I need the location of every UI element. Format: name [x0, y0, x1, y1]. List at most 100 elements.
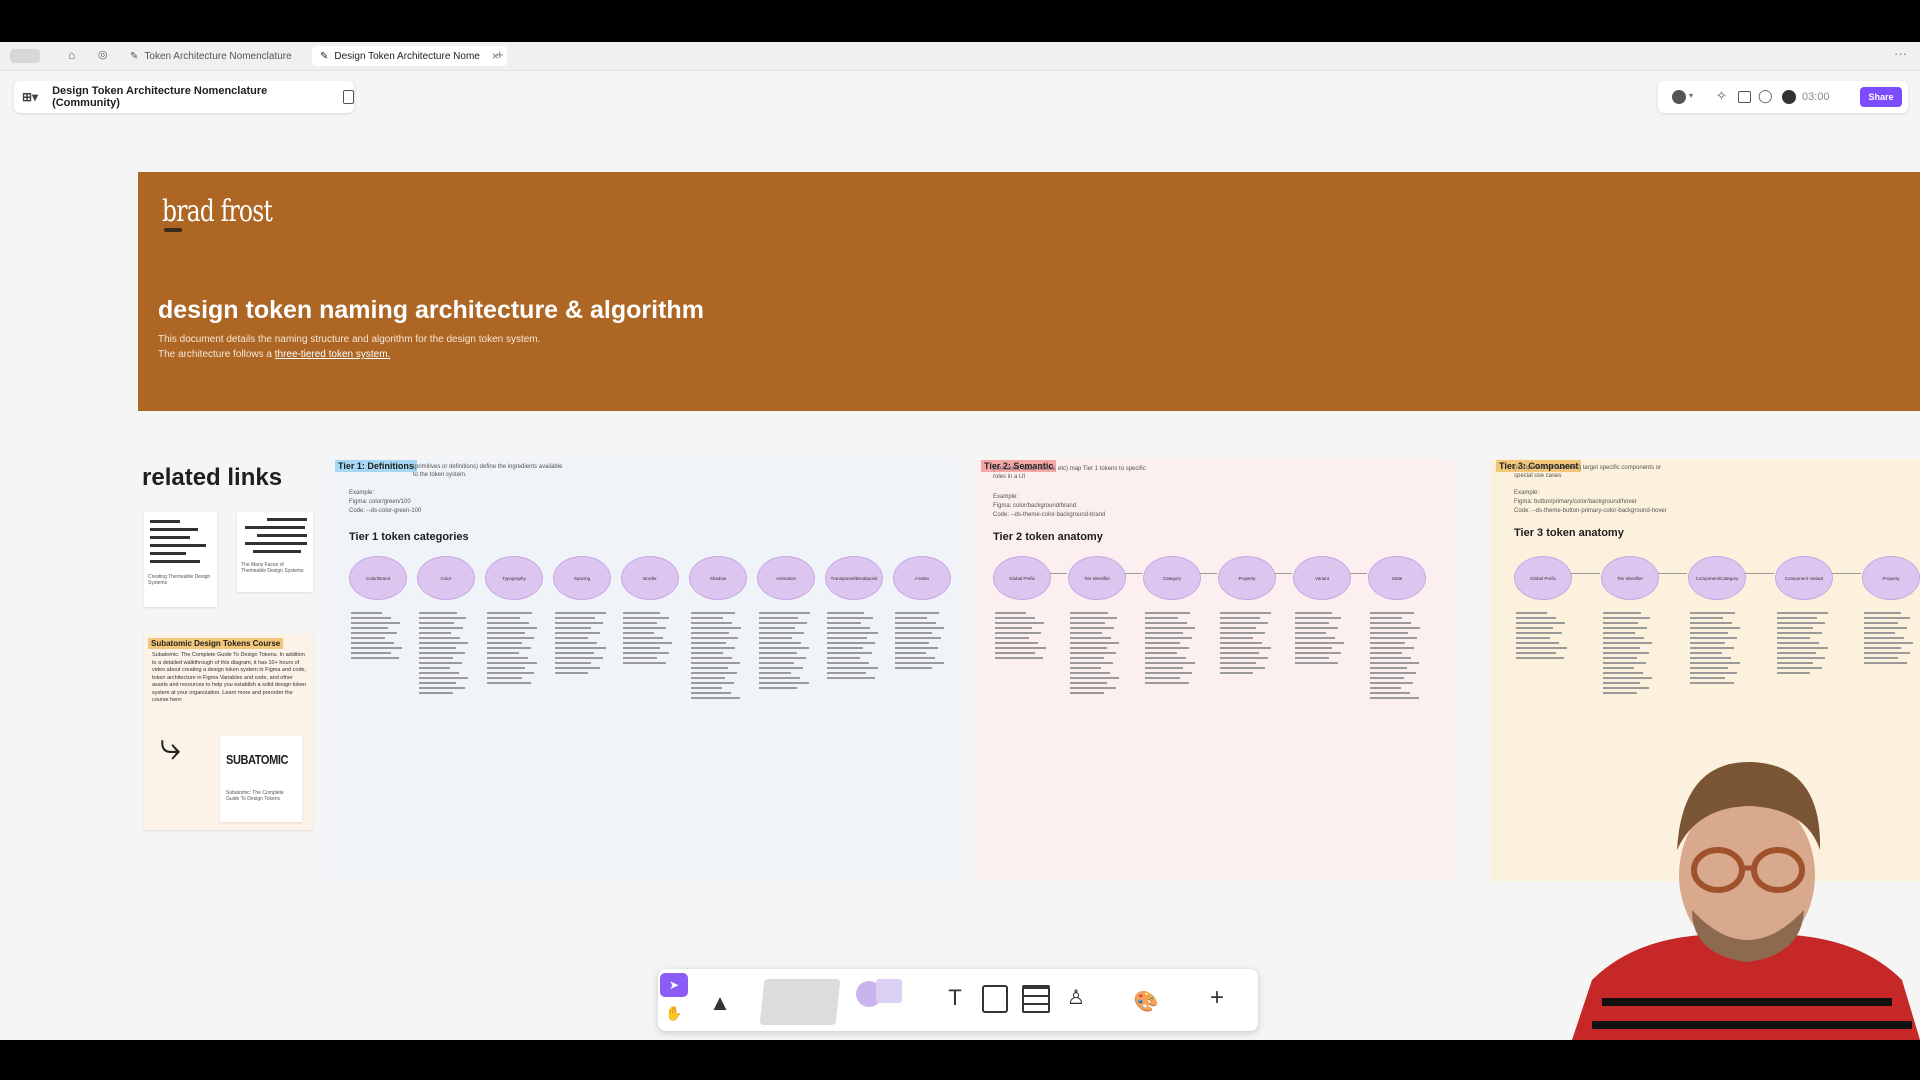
- three-tier-link[interactable]: three-tiered token system.: [275, 349, 391, 360]
- token-category-node: Property: [1218, 556, 1276, 600]
- token-category-node: z-index: [893, 556, 951, 600]
- node-description: [1070, 612, 1122, 697]
- brad-frost-logo: brad frost: [162, 194, 273, 229]
- layout-icon[interactable]: [1738, 91, 1751, 103]
- flow-arrow-icon: [1658, 573, 1687, 574]
- bottom-toolbar: ➤ ✋ ▲ T ♙ 🎨 +: [658, 969, 1258, 1031]
- table-tool-icon[interactable]: [1022, 985, 1050, 1013]
- marker-tool-icon[interactable]: ▲: [708, 979, 732, 1027]
- file-title[interactable]: Design Token Architecture Nomenclature (…: [52, 85, 313, 109]
- letterbox-top: [0, 0, 1920, 42]
- collaboration-bar: ▾ ✧ ◯ 03:00 Share: [1658, 81, 1908, 113]
- token-category-node: Border: [621, 556, 679, 600]
- thumb-caption: Creating Themeable Design Systems: [148, 574, 211, 586]
- token-category-node: State: [1368, 556, 1426, 600]
- figma-menu-icon[interactable]: ⊞▾: [22, 90, 38, 104]
- shape-tool-icon[interactable]: [852, 979, 916, 1025]
- node-description: [1145, 612, 1197, 687]
- node-description: [1690, 612, 1742, 687]
- node-description: [487, 612, 539, 687]
- tab-label: Design Token Architecture Nome: [334, 50, 480, 62]
- example-code: Code: --ds-theme-button-primary-color-ba…: [1514, 508, 1667, 514]
- node-description: [351, 612, 403, 662]
- token-category-node: Color: [417, 556, 475, 600]
- pen-icon: ✎: [320, 50, 329, 62]
- timer-value: 03:00: [1802, 91, 1830, 103]
- file-menu-bar: ⊞▾ Design Token Architecture Nomenclatur…: [14, 81, 354, 113]
- stamp-tool-icon[interactable]: ♙: [1062, 983, 1090, 1011]
- text-tool-icon[interactable]: T: [940, 983, 970, 1013]
- token-category-node: Tier Identifier: [1601, 556, 1659, 600]
- webcam-presenter: [1572, 761, 1920, 1040]
- pages-icon[interactable]: [342, 90, 354, 104]
- share-button[interactable]: Share: [1860, 87, 1902, 107]
- tier2-intro: (semantic, alias, theme, etc) map Tier 1…: [993, 466, 1146, 480]
- flow-arrow-icon: [1050, 573, 1067, 574]
- chevron-down-icon[interactable]: ▾: [1689, 91, 1693, 100]
- token-category-node: Transparent/Breakpoint: [825, 556, 883, 600]
- pen-icon: ✎: [130, 50, 139, 62]
- sticky-note-tool-icon[interactable]: [759, 979, 841, 1025]
- section-tool-icon[interactable]: [982, 985, 1008, 1013]
- course-tag: Subatomic Design Tokens Course: [148, 638, 284, 649]
- header-banner: brad frost design token naming architect…: [138, 172, 1920, 411]
- token-category-node: Global Prefix: [1514, 556, 1572, 600]
- node-description: [1777, 612, 1829, 677]
- widgets-tool-icon[interactable]: 🎨: [1124, 979, 1168, 1023]
- example-figma: Figma: button/primary/color/background/h…: [1514, 499, 1637, 505]
- example-label: Example:: [1514, 490, 1540, 496]
- subatomic-course-card[interactable]: Subatomic Design Tokens Course Subatomic…: [144, 634, 313, 830]
- example-figma: Figma: color/background/brand: [993, 503, 1077, 509]
- node-description: [1603, 612, 1655, 697]
- page-title: design token naming architecture & algor…: [158, 296, 704, 324]
- token-category-node: Typography: [485, 556, 543, 600]
- related-links-heading: related links: [142, 464, 283, 491]
- example-code: Code: --ds-theme-color-background-brand: [993, 512, 1106, 518]
- move-tool-icon[interactable]: ➤: [660, 973, 688, 997]
- book-caption: Subatomic: The Complete Guide To Design …: [226, 790, 284, 802]
- sidebar-toggle-icon[interactable]: [10, 49, 40, 63]
- node-description: [995, 612, 1047, 662]
- related-thumb-themeable[interactable]: Creating Themeable Design Systems: [144, 512, 217, 607]
- tab-design-token-architecture[interactable]: ✎ Design Token Architecture Nome ×: [312, 46, 507, 66]
- subatomic-logo: SUBATOMIC: [226, 752, 289, 767]
- avatar[interactable]: [1672, 90, 1686, 104]
- tier1-intro: (primitives or definitions) define the i…: [413, 464, 563, 478]
- token-category-node: Animation: [757, 556, 815, 600]
- more-tools-icon[interactable]: +: [1202, 983, 1232, 1013]
- timer-icon[interactable]: [1782, 90, 1796, 104]
- logo-dots: [164, 228, 182, 232]
- home-icon[interactable]: ⌂: [68, 48, 75, 62]
- node-description: [623, 612, 675, 667]
- token-category-node: Tier Identifier: [1068, 556, 1126, 600]
- curved-arrow-icon: ⤷: [160, 726, 182, 768]
- new-tab-icon[interactable]: +: [496, 47, 504, 62]
- flow-arrow-icon: [1832, 573, 1861, 574]
- token-category-node: Spacing: [553, 556, 611, 600]
- more-icon[interactable]: ···: [1894, 46, 1907, 61]
- tab-token-architecture[interactable]: ✎ Token Architecture Nomenclature: [130, 46, 292, 66]
- comment-icon[interactable]: ◯: [1758, 88, 1773, 104]
- related-thumb-many-faces[interactable]: The Many Faces of Themeable Design Syste…: [237, 512, 313, 592]
- tier2-section-title: Tier 2 token anatomy: [993, 531, 1103, 543]
- node-description: [555, 612, 607, 677]
- tier1-section-title: Tier 1 token categories: [349, 531, 469, 543]
- node-description: [895, 612, 947, 672]
- example-code: Code: --ds-color-green-100: [349, 508, 422, 514]
- ai-sparkle-icon[interactable]: ✧: [1716, 88, 1727, 104]
- thumb-caption: The Many Faces of Themeable Design Syste…: [241, 562, 304, 574]
- course-description: Subatomic: The Complete Guide To Design …: [152, 652, 307, 703]
- tier3-intro: (component or overrides) target specific…: [1514, 465, 1662, 479]
- flow-arrow-icon: [1125, 573, 1142, 574]
- flow-arrow-icon: [1275, 573, 1292, 574]
- node-description: [1295, 612, 1347, 667]
- token-category-node: Shadow: [689, 556, 747, 600]
- globe-icon[interactable]: ◎: [98, 48, 108, 61]
- token-category-node: Component/Category: [1688, 556, 1746, 600]
- flow-arrow-icon: [1745, 573, 1774, 574]
- subatomic-book-thumb[interactable]: SUBATOMIC Subatomic: The Complete Guide …: [220, 736, 302, 822]
- node-description: [419, 612, 471, 697]
- node-description: [1220, 612, 1272, 677]
- hand-tool-icon[interactable]: ✋: [660, 1001, 688, 1025]
- example-label: Example:: [993, 494, 1019, 500]
